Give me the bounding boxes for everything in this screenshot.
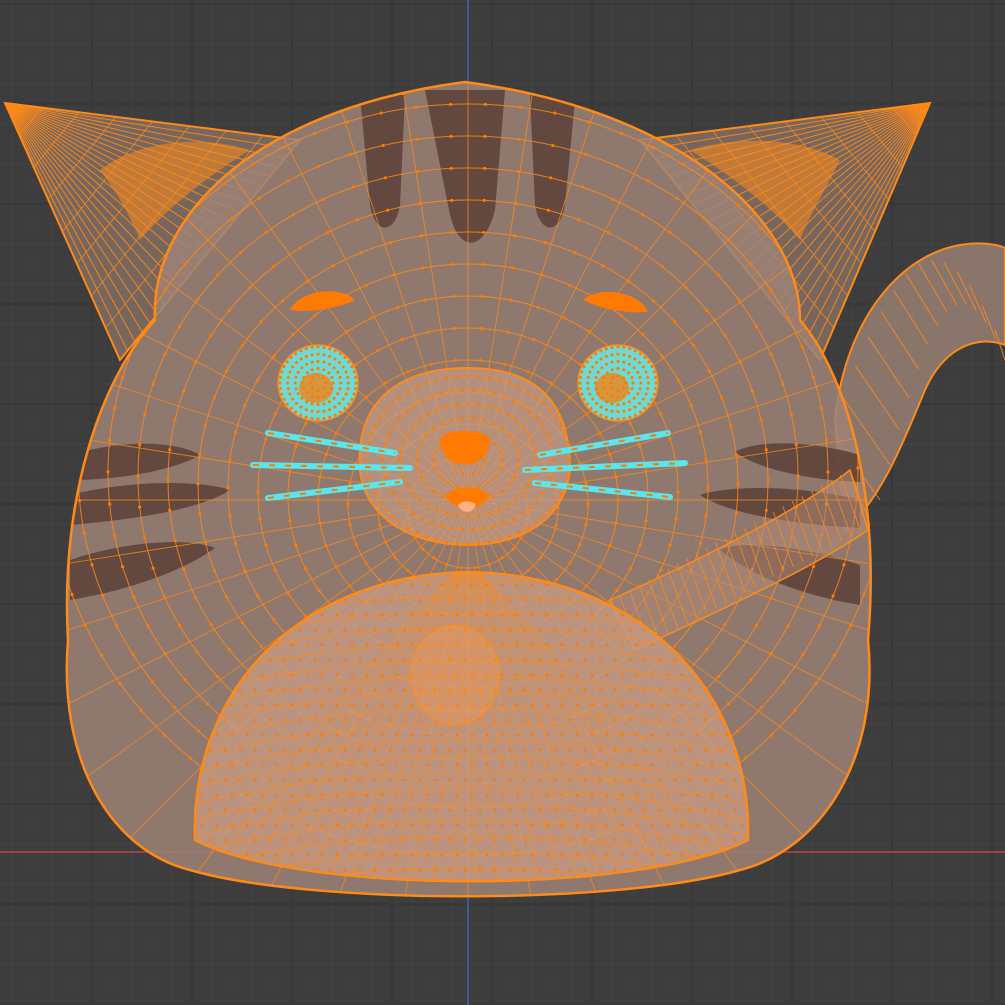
3d-viewport[interactable] xyxy=(0,0,1005,1005)
right-eye[interactable] xyxy=(577,344,659,422)
left-eye[interactable] xyxy=(277,344,359,422)
head-stripes xyxy=(360,90,575,243)
viewport-canvas[interactable] xyxy=(0,0,1005,1005)
belly-paw xyxy=(409,624,501,726)
